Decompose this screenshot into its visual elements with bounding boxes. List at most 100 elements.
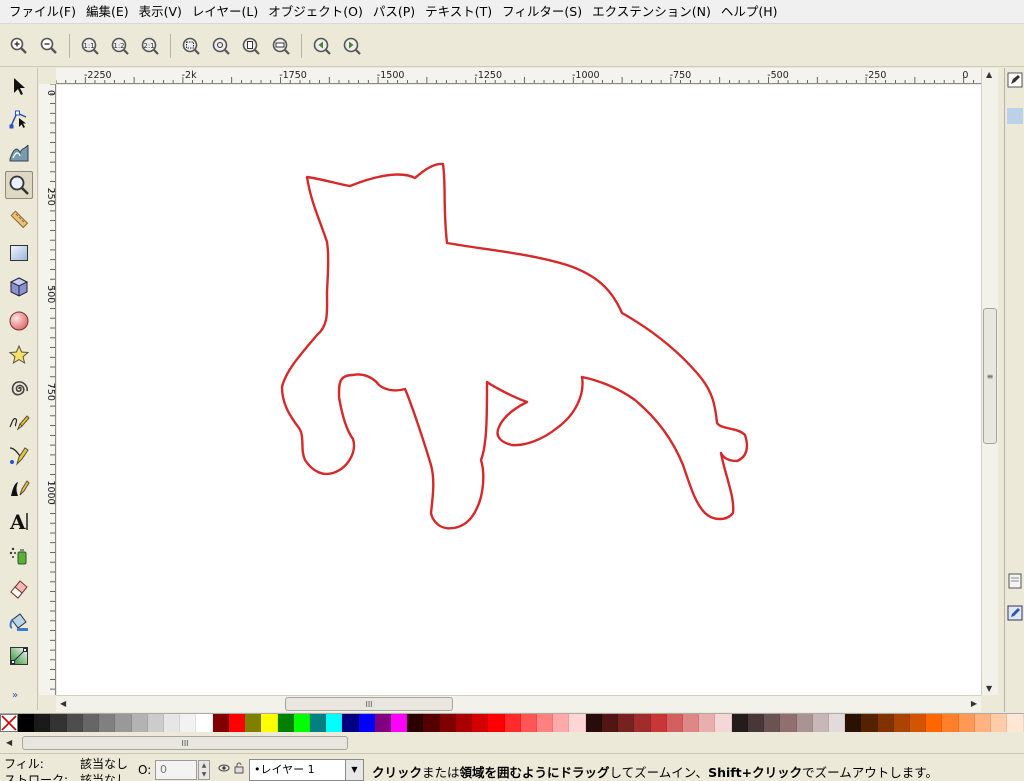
rectangle-icon[interactable] [5,239,33,267]
scroll-down-arrow[interactable]: ▼ [986,684,992,693]
menu-item-4[interactable]: オブジェクト(O) [263,1,368,23]
color-swatch[interactable] [731,714,748,732]
color-swatch[interactable] [423,714,440,732]
no-paint-swatch[interactable] [0,714,18,732]
color-swatch[interactable] [715,714,732,732]
chevron-down-icon[interactable]: ▼ [345,760,363,780]
opacity-input[interactable]: 0 [155,760,197,780]
color-swatch[interactable] [926,714,943,732]
color-swatch[interactable] [131,714,148,732]
color-swatch[interactable] [50,714,67,732]
color-swatch[interactable] [828,714,846,732]
horizontal-scroll-thumb[interactable]: III [285,697,453,711]
dock-panel-tab[interactable] [1007,108,1023,124]
color-swatch[interactable] [245,714,262,732]
color-swatch[interactable] [277,714,294,732]
zoom-selection-icon[interactable] [179,34,203,58]
color-swatch[interactable] [893,714,911,732]
menu-item-6[interactable]: テキスト(T) [420,1,497,23]
color-swatch[interactable] [374,714,392,732]
spray-icon[interactable] [5,541,33,569]
paint-bucket-icon[interactable] [5,608,33,636]
scroll-right-arrow[interactable]: ▶ [971,699,977,708]
palette-scrollbar[interactable]: ◀ III [0,733,1024,753]
color-swatch[interactable] [747,714,765,732]
color-swatch[interactable] [196,714,213,732]
horizontal-scrollbar[interactable]: ◀ III ▶ [56,695,981,712]
color-swatch[interactable] [34,714,51,732]
zoom-out-icon[interactable] [37,34,61,58]
menu-item-0[interactable]: ファイル(F) [4,1,81,23]
zoom-next-icon[interactable] [340,34,364,58]
layer-select[interactable]: •レイヤー 1 ▼ [249,759,364,781]
color-swatch[interactable] [504,714,521,732]
color-swatch[interactable] [326,714,343,732]
color-swatch[interactable] [66,714,83,732]
zoom-1-1-icon[interactable]: 1:1 [78,34,102,58]
tweak-icon[interactable] [5,138,33,166]
zoom-page-icon[interactable] [239,34,263,58]
dock-tool-icon[interactable] [1007,72,1023,88]
color-swatch[interactable] [796,714,813,732]
color-swatch[interactable] [601,714,619,732]
cat-outline-path[interactable] [280,162,749,530]
color-swatch[interactable] [877,714,894,732]
color-swatch[interactable] [650,714,667,732]
color-swatch[interactable] [958,714,975,732]
3d-box-icon[interactable] [5,273,33,301]
text-icon[interactable]: A [5,507,33,535]
color-swatch[interactable] [1007,714,1024,732]
drawing-canvas[interactable] [57,85,981,695]
color-swatch[interactable] [682,714,700,732]
color-swatch[interactable] [991,714,1008,732]
color-swatch[interactable] [780,714,797,732]
color-swatch[interactable] [99,714,116,732]
color-swatch[interactable] [569,714,586,732]
menu-item-7[interactable]: フィルター(S) [497,1,587,23]
vertical-ruler[interactable]: 0 250 500 750 1000 [39,84,56,695]
opacity-stepper[interactable]: ▲ ▼ [198,760,210,780]
color-swatch[interactable] [82,714,100,732]
color-swatch[interactable] [407,714,424,732]
layer-lock-icon[interactable] [234,762,244,777]
color-swatch[interactable] [634,714,651,732]
color-swatch[interactable] [618,714,635,732]
gradient-icon[interactable] [5,642,33,670]
eraser-icon[interactable] [5,575,33,603]
color-swatch[interactable] [455,714,473,732]
zoom-page-width-icon[interactable] [269,34,293,58]
menu-item-3[interactable]: レイヤー(L) [187,1,263,23]
color-swatch[interactable] [115,714,132,732]
stroke-value[interactable]: 該当なし [80,771,128,781]
zoom-2-1-icon[interactable]: 2:1 [138,34,162,58]
ellipse-icon[interactable] [5,307,33,335]
vertical-scroll-thumb[interactable]: ≡ [983,308,997,444]
color-swatch[interactable] [18,714,35,732]
color-swatch[interactable] [585,714,602,732]
menu-item-2[interactable]: 表示(V) [134,1,187,23]
vertical-scrollbar[interactable]: ▲ ≡ ▼ [981,68,998,695]
zoom-icon[interactable] [5,171,33,199]
color-swatch[interactable] [764,714,781,732]
color-swatch[interactable] [147,714,164,732]
layer-visibility-icon[interactable] [218,762,230,777]
horizontal-ruler[interactable]: -2250 -2k -1750 -1500 -1250 -1000 -750 -500 -250… [56,68,981,84]
color-swatch[interactable] [180,714,197,732]
color-swatch[interactable] [358,714,375,732]
color-swatch[interactable] [293,714,310,732]
color-swatch[interactable] [942,714,959,732]
color-swatch[interactable] [910,714,927,732]
color-swatch[interactable] [520,714,537,732]
color-swatch[interactable] [699,714,716,732]
color-swatch[interactable] [391,714,408,732]
star-icon[interactable] [5,341,33,369]
document-icon[interactable] [1007,573,1023,589]
color-swatch[interactable] [553,714,570,732]
zoom-drawing-icon[interactable] [209,34,233,58]
color-swatch[interactable] [537,714,554,732]
menu-item-1[interactable]: 編集(E) [81,1,134,23]
scroll-up-arrow[interactable]: ▲ [986,70,992,79]
color-swatch[interactable] [261,714,278,732]
color-swatch[interactable] [472,714,489,732]
color-swatch[interactable] [228,714,246,732]
